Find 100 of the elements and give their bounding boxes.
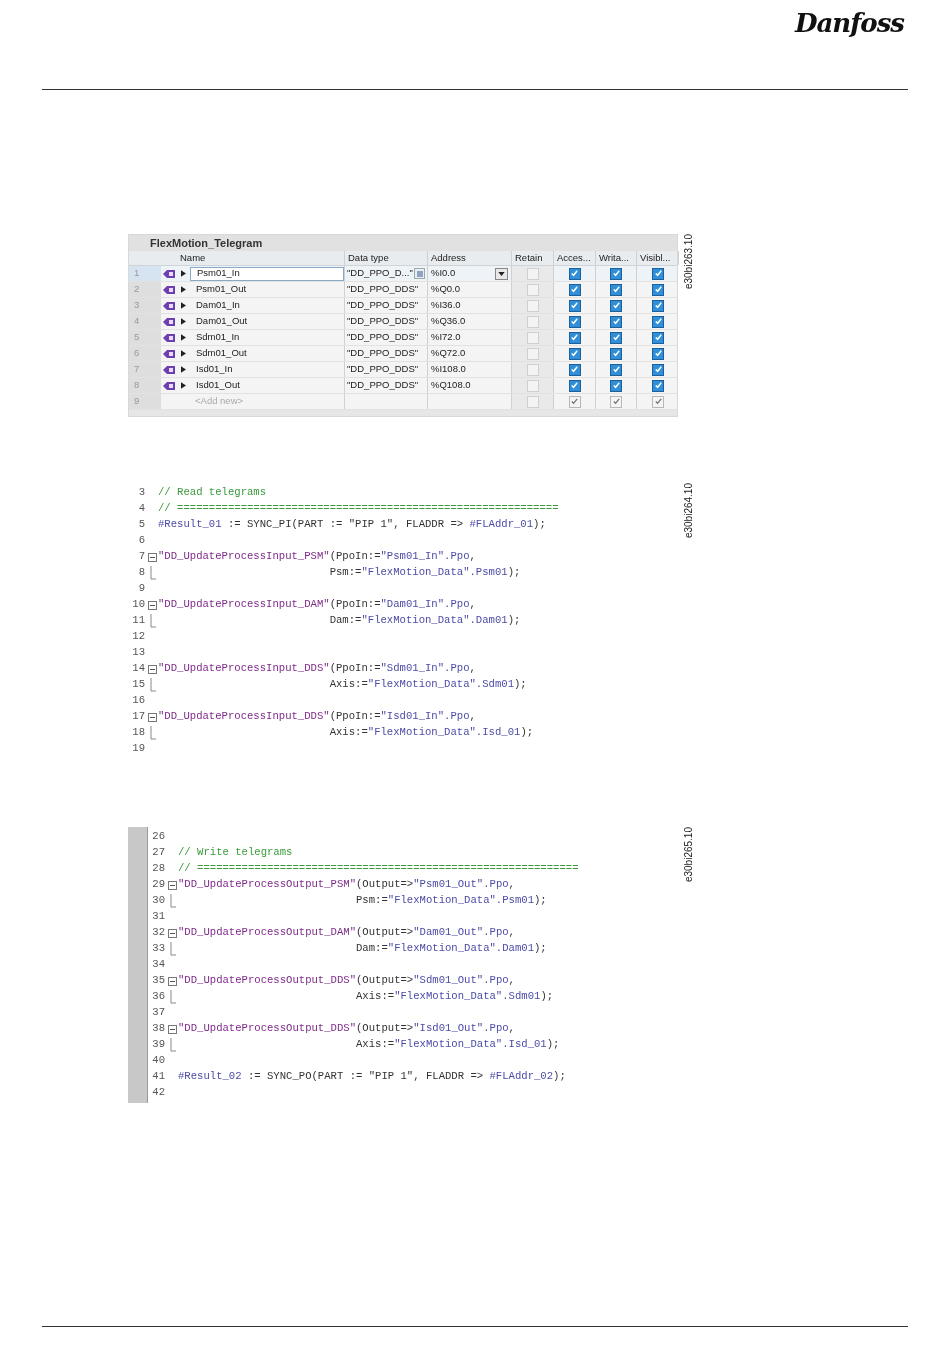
fold-bracket-icon <box>169 1038 176 1052</box>
checkbox[interactable] <box>610 347 622 360</box>
expand-icon[interactable] <box>181 334 186 341</box>
code-line: #Result_01 := SYNC_PI(PART := "PIP 1", FLADDR => #FLAddr_01); <box>158 517 546 533</box>
expand-icon[interactable] <box>181 350 186 357</box>
collapse-icon[interactable] <box>168 880 177 890</box>
line-number: 42 <box>151 1085 166 1101</box>
table-row[interactable]: 4 Dam01_Out "DD_PPO_DDS" %Q36.0 <box>129 314 677 330</box>
collapse-icon[interactable] <box>148 552 157 562</box>
line-number: 4 <box>137 501 146 517</box>
checkbox[interactable] <box>610 283 622 296</box>
checkbox[interactable] <box>610 267 622 280</box>
code-line: "DD_UpdateProcessInput_DDS"(PpoIn:="Sdm01_In".Ppo, <box>158 661 476 677</box>
table-row[interactable]: 5 Sdm01_In "DD_PPO_DDS" %I72.0 <box>129 330 677 346</box>
line-number: 9 <box>137 581 146 597</box>
line-number: 30 <box>151 893 166 909</box>
expand-icon[interactable] <box>181 270 186 277</box>
collapse-icon[interactable] <box>168 928 177 938</box>
checkbox[interactable] <box>652 379 664 392</box>
checkbox[interactable] <box>568 315 581 328</box>
checkbox[interactable] <box>568 347 581 360</box>
checkbox[interactable] <box>568 379 581 392</box>
expand-icon[interactable] <box>181 286 186 293</box>
checkbox[interactable] <box>652 363 664 376</box>
code-line: Psm:="FlexMotion_Data".Psm01); <box>328 565 521 581</box>
figure-code: e30bi265.10 <box>684 827 694 883</box>
column-header[interactable]: Retain <box>512 251 554 266</box>
checkbox[interactable] <box>568 395 581 408</box>
table-row[interactable]: 3 Dam01_In "DD_PPO_DDS" %I36.0 <box>129 298 677 314</box>
tag-name: Isd01_In <box>195 362 234 377</box>
table-row[interactable]: 2 Psm01_Out "DD_PPO_DDS" %Q0.0 <box>129 282 677 298</box>
row-number: 5 <box>129 330 161 345</box>
row-number: 3 <box>129 298 161 313</box>
checkbox[interactable] <box>610 363 622 376</box>
row-number: 1 <box>129 266 161 281</box>
column-header[interactable]: Name <box>177 251 345 266</box>
expand-icon[interactable] <box>181 302 186 309</box>
line-number: 12 <box>131 629 146 645</box>
checkbox[interactable] <box>568 267 581 280</box>
column-header[interactable]: Address <box>428 251 512 266</box>
code-line: Axis:="FlexMotion_Data".Isd_01); <box>355 1037 560 1053</box>
checkbox[interactable] <box>652 283 664 296</box>
collapse-icon[interactable] <box>148 664 157 674</box>
fold-bracket-icon <box>149 566 156 580</box>
code-line: // ============================================================ <box>158 501 559 517</box>
line-number: 17 <box>131 709 146 725</box>
checkbox[interactable] <box>610 395 622 408</box>
column-header[interactable]: Data type <box>345 251 428 266</box>
table-row[interactable]: 8 Isd01_Out "DD_PPO_DDS" %Q108.0 <box>129 378 677 394</box>
checkbox[interactable] <box>610 379 622 392</box>
line-number: 8 <box>137 565 146 581</box>
checkbox[interactable] <box>652 315 664 328</box>
fold-bracket-icon <box>169 894 176 908</box>
line-number: 7 <box>137 549 146 565</box>
expand-icon[interactable] <box>181 318 186 325</box>
expand-icon[interactable] <box>181 382 186 389</box>
column-header[interactable]: Acces... <box>554 251 596 266</box>
collapse-icon[interactable] <box>148 600 157 610</box>
checkbox[interactable] <box>652 331 664 344</box>
line-number: 40 <box>151 1053 166 1069</box>
checkbox[interactable] <box>568 283 581 296</box>
row-number: 2 <box>129 282 161 297</box>
code-line: // Write telegrams <box>178 845 293 861</box>
checkbox[interactable] <box>568 299 581 312</box>
dropdown-button[interactable] <box>495 267 508 280</box>
checkbox[interactable] <box>568 363 581 376</box>
address: %I72.0 <box>431 330 461 345</box>
checkbox[interactable] <box>652 347 664 360</box>
line-number: 11 <box>131 613 146 629</box>
collapse-icon[interactable] <box>168 1024 177 1034</box>
line-number: 6 <box>137 533 146 549</box>
collapse-icon[interactable] <box>168 976 177 986</box>
address: %I36.0 <box>431 298 461 313</box>
code-line: Dam:="FlexMotion_Data".Dam01); <box>328 613 521 629</box>
checkbox[interactable] <box>610 299 622 312</box>
checkbox[interactable] <box>652 395 664 408</box>
data-type: "DD_PPO_D..." <box>347 266 413 281</box>
checkbox[interactable] <box>568 331 581 344</box>
table-row[interactable]: 1 Psm01_In "DD_PPO_D..." %I0.0 <box>129 266 677 282</box>
column-header[interactable]: Visibl... <box>637 251 679 266</box>
collapse-icon[interactable] <box>148 712 157 722</box>
row-number: 6 <box>129 346 161 361</box>
column-header[interactable]: Writa... <box>596 251 637 266</box>
expand-icon[interactable] <box>181 366 186 373</box>
fold-bracket-icon <box>149 678 156 692</box>
table-row[interactable]: 7 Isd01_In "DD_PPO_DDS" %I108.0 <box>129 362 677 378</box>
address: %I108.0 <box>431 362 466 377</box>
checkbox[interactable] <box>652 267 664 280</box>
code-line: "DD_UpdateProcessInput_DAM"(PpoIn:="Dam01_In".Ppo, <box>158 597 476 613</box>
code-line: #Result_02 := SYNC_PO(PART := "PIP 1", FLADDR => #FLAddr_02); <box>178 1069 566 1085</box>
tag-icon <box>163 301 175 310</box>
name-field[interactable]: Psm01_In <box>190 266 344 281</box>
checkbox[interactable] <box>610 315 622 328</box>
code-line: // ============================================================ <box>178 861 579 877</box>
table-row[interactable]: 6 Sdm01_Out "DD_PPO_DDS" %Q72.0 <box>129 346 677 362</box>
checkbox[interactable] <box>610 331 622 344</box>
line-number: 10 <box>131 597 146 613</box>
data-type: "DD_PPO_DDS" <box>347 282 419 297</box>
line-number: 28 <box>151 861 166 877</box>
checkbox[interactable] <box>652 299 664 312</box>
